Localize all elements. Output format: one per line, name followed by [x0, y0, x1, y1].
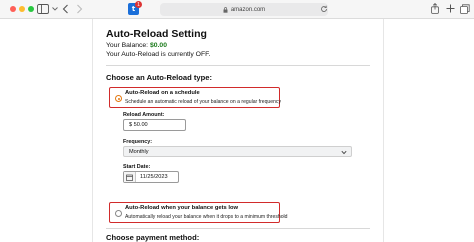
browser-toolbar: t 1 amazon.com: [0, 0, 474, 19]
balance-line: Your Balance: $0.00: [106, 42, 167, 49]
choose-type-heading: Choose an Auto-Reload type:: [106, 73, 213, 82]
frequency-label: Frequency:: [123, 139, 153, 145]
close-window-button[interactable]: [10, 6, 16, 12]
start-date-value: 11/25/2023: [140, 174, 168, 180]
start-date-field[interactable]: 11/25/2023: [123, 171, 179, 183]
schedule-option-title: Auto-Reload on a schedule: [125, 90, 200, 96]
auto-reload-status: Your Auto-Reload is currently OFF.: [106, 51, 211, 58]
reload-amount-label: Reload Amount:: [123, 112, 165, 118]
minimize-window-button[interactable]: [19, 6, 25, 12]
frequency-select[interactable]: Monthly: [123, 146, 352, 157]
schedule-option[interactable]: Auto-Reload on a schedule Schedule an au…: [109, 87, 282, 108]
calendar-icon: [126, 174, 133, 181]
page-title: Auto-Reload Setting: [106, 28, 207, 40]
reload-amount-input[interactable]: $ 50.00: [123, 119, 186, 131]
low-balance-option-title: Auto-Reload when your balance gets low: [125, 205, 239, 211]
divider: [106, 228, 370, 229]
share-icon[interactable]: [431, 3, 439, 14]
zoom-window-button[interactable]: [28, 6, 34, 12]
balance-value: $0.00: [149, 42, 167, 49]
start-date-label: Start Date:: [123, 164, 151, 170]
lock-icon: [223, 6, 228, 13]
calendar-button[interactable]: [124, 172, 136, 182]
url-text: amazon.com: [230, 6, 266, 13]
reload-icon[interactable]: [320, 5, 328, 13]
low-balance-radio[interactable]: [115, 210, 122, 217]
sidebar-toggle-icon[interactable]: [37, 4, 49, 14]
chevron-down-icon: [341, 150, 347, 155]
divider: [106, 65, 370, 66]
low-balance-option-description: Automatically reload your balance when i…: [125, 214, 288, 220]
forward-arrow-icon[interactable]: [76, 4, 83, 14]
low-balance-option[interactable]: Auto-Reload when your balance gets low A…: [109, 202, 288, 223]
tab-overview-icon[interactable]: [460, 4, 470, 14]
balance-label: Your Balance:: [106, 42, 149, 49]
payment-method-heading: Choose payment method:: [106, 233, 200, 242]
back-arrow-icon[interactable]: [62, 4, 69, 14]
schedule-radio[interactable]: [115, 95, 122, 102]
extension-count-badge: 1: [135, 1, 142, 8]
chevron-down-icon[interactable]: [52, 6, 58, 12]
address-bar[interactable]: amazon.com: [160, 3, 328, 16]
schedule-option-description: Schedule an automatic reload of your bal…: [125, 99, 282, 105]
auto-reload-page: Auto-Reload Setting Your Balance: $0.00 …: [93, 19, 383, 242]
frequency-value: Monthly: [129, 148, 149, 155]
new-tab-icon[interactable]: [446, 4, 455, 13]
